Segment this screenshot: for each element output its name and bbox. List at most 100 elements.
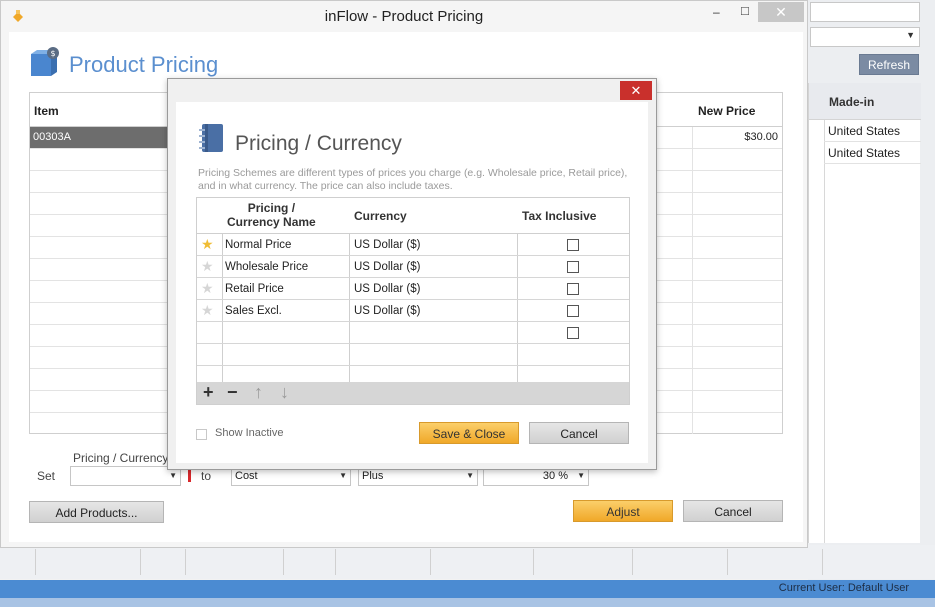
item-cell[interactable]: 00303A bbox=[30, 127, 170, 148]
grid-divider bbox=[430, 549, 431, 575]
show-inactive-label: Show Inactive bbox=[215, 427, 284, 439]
add-products-button[interactable]: Add Products... bbox=[29, 501, 164, 523]
currency-column-header[interactable]: Currency bbox=[354, 209, 407, 223]
currency-cell[interactable]: US Dollar ($) bbox=[354, 234, 420, 256]
dialog-body: Pricing / Currency Pricing Schemes are d… bbox=[176, 102, 648, 463]
dialog-description: Pricing Schemes are different types of p… bbox=[198, 167, 628, 192]
window-titlebar[interactable]: inFlow - Product Pricing – □ ✕ bbox=[1, 1, 807, 31]
window-title: inFlow - Product Pricing bbox=[324, 8, 484, 25]
tax-inclusive-checkbox[interactable] bbox=[567, 305, 579, 317]
refresh-button[interactable]: Refresh bbox=[859, 54, 919, 75]
current-user-label: Current User: Default User bbox=[778, 582, 909, 594]
new-price-cell[interactable] bbox=[692, 413, 782, 434]
new-price-cell[interactable] bbox=[692, 369, 782, 390]
tax-inclusive-column-header[interactable]: Tax Inclusive bbox=[522, 209, 596, 223]
cancel-button[interactable]: Cancel bbox=[683, 500, 783, 522]
tax-inclusive-checkbox[interactable] bbox=[567, 283, 579, 295]
table-row-empty[interactable] bbox=[197, 344, 629, 366]
made-in-column-header: Made-in bbox=[829, 95, 875, 109]
new-price-cell[interactable] bbox=[692, 391, 782, 412]
background-grid-header: Made-in bbox=[809, 83, 921, 120]
pricing-grid-header: Pricing / Currency Name Currency Tax Inc… bbox=[197, 198, 629, 234]
amount-value: 30 % bbox=[542, 470, 568, 482]
new-price-cell[interactable] bbox=[692, 281, 782, 302]
dialog-title: Pricing / Currency bbox=[235, 132, 402, 155]
grid-divider bbox=[822, 549, 823, 575]
new-price-cell[interactable] bbox=[692, 171, 782, 192]
new-price-cell[interactable] bbox=[692, 303, 782, 324]
pricing-name-cell[interactable]: Wholesale Price bbox=[225, 256, 308, 278]
background-grid-row[interactable]: United States bbox=[824, 143, 921, 164]
tax-inclusive-checkbox[interactable] bbox=[567, 327, 579, 339]
pricing-currency-dialog: ✕ Pricing / Currency Pricing Schemes are… bbox=[167, 78, 657, 470]
pricing-name-cell[interactable]: Normal Price bbox=[225, 234, 291, 256]
add-row-icon[interactable]: + bbox=[203, 383, 214, 401]
item-column-header[interactable]: Item bbox=[34, 104, 59, 118]
grid-divider bbox=[35, 549, 36, 575]
product-pricing-icon: $ bbox=[31, 47, 59, 76]
star-icon[interactable]: ★ bbox=[201, 302, 214, 319]
background-grid-row[interactable]: United States bbox=[824, 121, 921, 142]
new-price-cell[interactable] bbox=[692, 347, 782, 368]
currency-cell[interactable]: US Dollar ($) bbox=[354, 278, 420, 300]
default-star-icon[interactable]: ★ bbox=[201, 236, 214, 253]
table-row-new[interactable] bbox=[197, 322, 629, 344]
currency-cell[interactable]: US Dollar ($) bbox=[354, 256, 420, 278]
dialog-cancel-button[interactable]: Cancel bbox=[529, 422, 629, 444]
new-price-cell[interactable] bbox=[692, 237, 782, 258]
grid-divider bbox=[824, 120, 825, 543]
currency-cell[interactable]: US Dollar ($) bbox=[354, 300, 420, 322]
move-up-icon[interactable]: ↑ bbox=[254, 383, 263, 401]
star-icon[interactable]: ★ bbox=[201, 280, 214, 297]
dialog-close-button[interactable]: ✕ bbox=[620, 81, 652, 100]
remove-row-icon[interactable]: − bbox=[227, 383, 238, 401]
new-price-cell[interactable] bbox=[692, 259, 782, 280]
set-label: Set bbox=[37, 469, 56, 483]
grid-divider bbox=[727, 549, 728, 575]
pricing-schemes-grid: Pricing / Currency Name Currency Tax Inc… bbox=[196, 197, 630, 405]
pricing-name-header-line1: Pricing / bbox=[247, 201, 296, 215]
background-filter-select[interactable]: ▼ bbox=[810, 27, 920, 47]
to-label: to bbox=[201, 469, 212, 483]
tax-inclusive-checkbox[interactable] bbox=[567, 239, 579, 251]
new-price-cell[interactable] bbox=[692, 193, 782, 214]
grid-divider bbox=[335, 549, 336, 575]
page-title: Product Pricing bbox=[69, 52, 219, 77]
svg-text:$: $ bbox=[50, 49, 55, 58]
grid-divider bbox=[185, 549, 186, 575]
new-price-cell[interactable] bbox=[692, 149, 782, 170]
new-price-cell[interactable]: $30.00 bbox=[692, 127, 782, 148]
notebook-icon bbox=[199, 124, 223, 152]
pricing-grid-toolbar: + − ↑ ↓ bbox=[197, 382, 629, 404]
grid-divider bbox=[533, 549, 534, 575]
background-grid: Made-in United States United States bbox=[808, 83, 921, 543]
maximize-button[interactable]: □ bbox=[741, 3, 749, 18]
save-close-button[interactable]: Save & Close bbox=[419, 422, 519, 444]
pricing-scheme-select[interactable]: ▼ bbox=[70, 466, 181, 486]
window-close-button[interactable]: ✕ bbox=[758, 2, 804, 22]
grid-divider bbox=[283, 549, 284, 575]
pricing-currency-label: Pricing / Currency bbox=[73, 451, 169, 465]
pricing-name-header-line2: Currency Name bbox=[227, 215, 316, 229]
pricing-name-cell[interactable]: Retail Price bbox=[225, 278, 284, 300]
minimize-button[interactable]: – bbox=[713, 5, 720, 19]
move-down-icon[interactable]: ↓ bbox=[280, 383, 289, 401]
pricing-name-cell[interactable]: Sales Excl. bbox=[225, 300, 282, 322]
table-row[interactable]: ★ Normal Price US Dollar ($) bbox=[197, 234, 629, 256]
show-inactive-checkbox[interactable] bbox=[196, 429, 207, 440]
table-row[interactable]: ★ Retail Price US Dollar ($) bbox=[197, 278, 629, 300]
table-row[interactable]: ★ Sales Excl. US Dollar ($) bbox=[197, 300, 629, 322]
adjust-button[interactable]: Adjust bbox=[573, 500, 673, 522]
operator-value: Plus bbox=[362, 470, 384, 482]
star-icon[interactable]: ★ bbox=[201, 258, 214, 275]
grid-divider bbox=[632, 549, 633, 575]
tax-inclusive-checkbox[interactable] bbox=[567, 261, 579, 273]
new-price-cell[interactable] bbox=[692, 325, 782, 346]
base-price-value: Cost bbox=[235, 470, 258, 482]
new-price-column-header[interactable]: New Price bbox=[698, 104, 755, 118]
background-search-input[interactable] bbox=[810, 2, 920, 22]
table-row[interactable]: ★ Wholesale Price US Dollar ($) bbox=[197, 256, 629, 278]
new-price-cell[interactable] bbox=[692, 215, 782, 236]
chevron-down-icon: ▼ bbox=[906, 30, 915, 40]
pricing-name-column-header[interactable]: Pricing / Currency Name bbox=[227, 201, 316, 229]
